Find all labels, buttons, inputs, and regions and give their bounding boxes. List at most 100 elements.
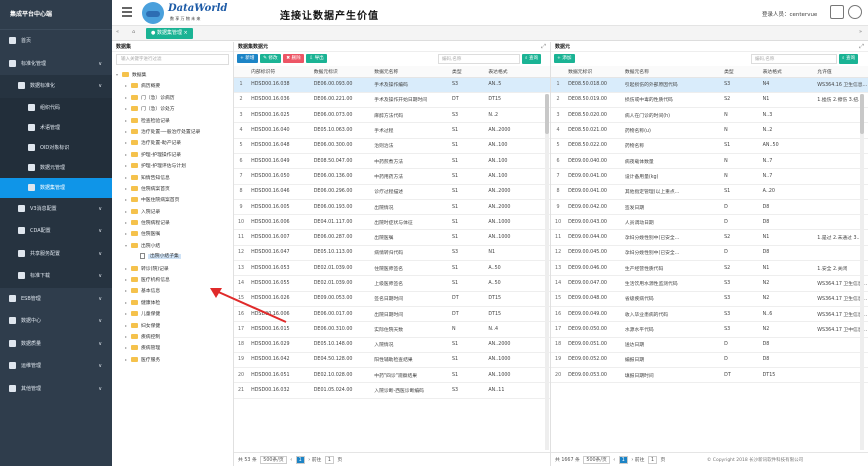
table-row[interactable]: 5 DE08.50.022.00 药物名称 S1 AN..50: [551, 138, 868, 154]
table-row[interactable]: 13 HDSD00.16.053 DE02.01.039.00 住院医师签名 S1 A..…: [234, 260, 550, 277]
page-size-select[interactable]: 500条/页: [260, 456, 287, 464]
tree-node[interactable]: ▸ 中医住院病案首页: [112, 194, 233, 205]
sidebar-item[interactable]: ESB管理 ∨: [0, 288, 112, 311]
table-row[interactable]: 13 DE09.00.046.00 生产经营性质代码 S2 N1 1.安全 2.关闭: [551, 260, 868, 277]
add-element-button[interactable]: + 添加: [554, 54, 575, 63]
sidebar-item[interactable]: V3消息配置 ∨: [0, 197, 112, 220]
table-row[interactable]: 17 HDSD00.16.015 DE06.00.310.00 实际住院天数 N N..4: [234, 321, 550, 338]
table-row[interactable]: 7 DE09.00.041.00 设计备用量(kg) N N..7: [551, 168, 868, 185]
table-row[interactable]: 2 HDSD00.16.036 DE06.00.221.00 手术及操作开始日期时间 D…: [234, 92, 550, 109]
tree-node[interactable]: ▸ 入院记录: [112, 206, 233, 217]
column-header[interactable]: 类型: [721, 66, 760, 78]
column-header[interactable]: [551, 66, 566, 78]
page-size-select[interactable]: 500条/页: [583, 456, 610, 464]
tree-node[interactable]: ▸ 治疗处置-助产记录: [112, 137, 233, 148]
table-row[interactable]: 11 HDSD00.16.007 DE06.00.287.00 出院医嘱 S1 AN..1…: [234, 229, 550, 246]
sidebar-item[interactable]: 首页: [0, 30, 112, 53]
tree-node[interactable]: ▸ 检查检验记录: [112, 115, 233, 126]
table-row[interactable]: 12 DE09.00.045.00 孕妇分娩性别中(已安全... D D8: [551, 245, 868, 262]
expand-icon[interactable]: ⤢: [541, 43, 546, 51]
sidebar-item[interactable]: 术语管理: [0, 117, 112, 138]
table-row[interactable]: 5 HDSD00.16.048 DE06.00.300.00 治则治法 S1 AN..10…: [234, 138, 550, 154]
column-header[interactable]: 数据元标识: [565, 66, 622, 78]
tree-node[interactable]: 出院小结子集: [112, 251, 233, 262]
pager-prev-icon[interactable]: ‹: [613, 458, 615, 463]
delete-button[interactable]: ✖ 删除: [283, 54, 304, 63]
tree-node[interactable]: ▸ 疾病控制: [112, 331, 233, 342]
sidebar-item[interactable]: OID对象标识: [0, 137, 112, 158]
table-row[interactable]: 20 DE09.00.053.00 填报日期时间 DT DT15: [551, 367, 868, 384]
table-row[interactable]: 17 DE09.00.050.00 水源水平代码 S3 N2 WS364.17 卫中信息.…: [551, 321, 868, 338]
pager-current[interactable]: 1: [618, 456, 628, 464]
tree-node[interactable]: ▸ 转诊(院)记录: [112, 263, 233, 274]
sidebar-item[interactable]: 组织代码: [0, 97, 112, 118]
table-row[interactable]: 14 DE09.00.047.00 生活饮用水源性监测代码 S3 N2 WS364.17 …: [551, 275, 868, 292]
tree-node[interactable]: ▾ 数据集: [112, 69, 233, 80]
sidebar-item[interactable]: 数据质量 ∨: [0, 333, 112, 356]
pager-current[interactable]: 1: [295, 456, 305, 464]
sidebar-item[interactable]: 其他管理 ∨: [0, 378, 112, 401]
sidebar-item[interactable]: 数据中心 ∨: [0, 310, 112, 333]
tree-node[interactable]: ▸ 疾病管理: [112, 342, 233, 353]
sidebar-item[interactable]: 数据集管理: [0, 177, 112, 198]
column-header[interactable]: 数据元标识: [310, 66, 372, 78]
element-scrollbar[interactable]: [545, 94, 549, 450]
table-row[interactable]: 4 HDSD00.16.040 DE05.10.063.00 手术过程 S1 AN..20…: [234, 122, 550, 139]
dict-scrollbar[interactable]: [860, 94, 864, 450]
table-row[interactable]: 7 HDSD00.16.050 DE06.00.136.00 中药用药方法 S1 AN..…: [234, 168, 550, 185]
tree-node[interactable]: ▸ 门（急）诊病历: [112, 92, 233, 103]
column-header[interactable]: 允许值: [814, 66, 868, 78]
pager-next-icon[interactable]: ›: [631, 458, 633, 463]
table-row[interactable]: 6 HDSD00.16.049 DE08.50.047.00 中药煎煮方法 S1 AN..…: [234, 153, 550, 170]
table-row[interactable]: 3 HDSD00.16.025 DE06.00.073.00 麻醉方法代码 S3 N..2: [234, 107, 550, 124]
fullscreen-icon[interactable]: [830, 5, 844, 19]
sidebar-item[interactable]: 共享服务配置 ∨: [0, 242, 112, 265]
column-header[interactable]: 数据元名称: [621, 66, 722, 78]
edit-button[interactable]: ✎ 修改: [260, 54, 281, 63]
tab-home-icon[interactable]: ⌂: [132, 29, 135, 35]
dict-search-button[interactable]: ⌕ 查询: [839, 54, 859, 64]
column-header[interactable]: 内部标识符: [248, 66, 311, 78]
tree-node[interactable]: ▸ 住院病案首页: [112, 183, 233, 194]
table-row[interactable]: 2 DE08.50.019.00 损伤或中毒的性质代码 S2 N1 1.挫伤 2.擦伤 3…: [551, 92, 868, 109]
table-row[interactable]: 16 DE09.00.049.00 收入毕业患病的代码 S3 N..6 WS364.17 …: [551, 306, 868, 323]
table-row[interactable]: 18 HDSD00.16.029 DE05.10.148.00 入院情况 S1 AN..2…: [234, 337, 550, 353]
table-row[interactable]: 9 DE09.00.042.00 签发日期 D D8: [551, 199, 868, 216]
tree-node[interactable]: ▾ 出院小结: [112, 240, 233, 251]
tab-scroll-right-icon[interactable]: »: [859, 29, 862, 35]
tree-node[interactable]: ▸ 病历概要: [112, 80, 233, 91]
pager-next-icon[interactable]: ›: [308, 458, 310, 463]
table-row[interactable]: 15 DE09.00.048.00 省级疾病代码 S3 N2 WS364.17 卫生信息.…: [551, 291, 868, 307]
dict-search-input[interactable]: 编码,名称: [751, 54, 837, 64]
sidebar-item[interactable]: 运维管理 ∨: [0, 355, 112, 378]
element-search-button[interactable]: ⌕ 查询: [522, 54, 542, 64]
tree-node[interactable]: ▸ 住院医嘱: [112, 228, 233, 239]
table-row[interactable]: 10 DE09.00.043.00 人员调动日期 D D8: [551, 214, 868, 231]
pager-prev-icon[interactable]: ‹: [290, 458, 292, 463]
sidebar-item[interactable]: 数据标准化 ∨: [0, 75, 112, 98]
table-row[interactable]: 12 HDSD00.16.047 DE05.10.113.00 病情转归代码 S3 N1: [234, 245, 550, 262]
tree-node[interactable]: ▸ 医疗服务: [112, 354, 233, 365]
sidebar-item[interactable]: 标准下载 ∨: [0, 265, 112, 288]
add-button[interactable]: + 新增: [237, 54, 258, 63]
pager-page-input[interactable]: 1: [647, 456, 657, 464]
column-header[interactable]: 数据元名称: [371, 66, 450, 78]
table-row[interactable]: 9 HDSD00.16.005 DE06.00.193.00 出院情况 S1 AN..20…: [234, 199, 550, 216]
tree-node[interactable]: ▸ 门（急）诊处方: [112, 103, 233, 114]
tree-filter-input[interactable]: 输入关键字进行过滤: [116, 54, 229, 65]
tab-scroll-left-icon[interactable]: «: [116, 29, 119, 35]
tab-dataset-manage[interactable]: ● 数据集管理 ×: [146, 28, 193, 39]
tree-node[interactable]: ▸ 护理-护理操作记录: [112, 149, 233, 160]
expand-icon[interactable]: ⤢: [859, 43, 864, 51]
table-row[interactable]: 19 HDSD00.16.042 DE04.50.128.00 阳性辅助检查结果 S1 A…: [234, 352, 550, 369]
table-row[interactable]: 8 DE09.00.041.00 其他指定管理(以上重点... S1 A..20: [551, 184, 868, 200]
table-row[interactable]: 3 DE08.50.020.00 病人在门诊的时间(h) N N..3: [551, 107, 868, 124]
column-header[interactable]: 表达格式: [759, 66, 815, 78]
table-row[interactable]: 10 HDSD00.16.006 DE04.01.117.00 出院时症状与体征 S1 A…: [234, 214, 550, 231]
table-row[interactable]: 1 HDSD00.16.038 DE06.00.093.00 手术及操作编码 S3 AN.…: [234, 77, 550, 93]
tree-node[interactable]: ▸ 住院病程记录: [112, 217, 233, 228]
table-row[interactable]: 18 DE09.00.051.00 送达日期 D D8: [551, 337, 868, 353]
menu-toggle-icon[interactable]: [122, 7, 132, 17]
table-row[interactable]: 1 DE08.50.018.00 引起损伤的外部原因代码 S3 N4 WS364.16 卫…: [551, 77, 868, 93]
column-header[interactable]: 类型: [449, 66, 486, 78]
